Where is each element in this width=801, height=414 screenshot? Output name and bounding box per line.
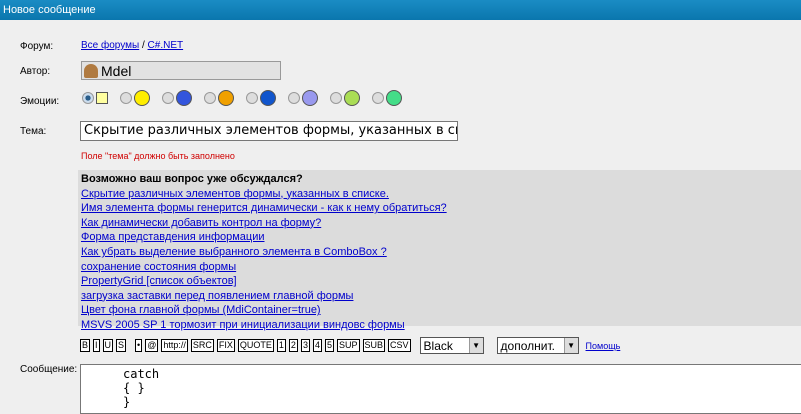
similar-topics: Возможно ваш вопрос уже обсуждался? Скры…	[78, 170, 801, 331]
similar-topic-link[interactable]: Как убрать выделение выбранного элемента…	[81, 245, 801, 260]
author-name: Mdel	[101, 62, 132, 79]
emotion-radio-note[interactable]	[82, 92, 94, 104]
question-icon	[176, 90, 192, 106]
format-button[interactable]: 3	[300, 339, 310, 352]
extra-select[interactable]: дополнит. ▼	[496, 337, 579, 354]
emotions-label: Эмоции:	[20, 96, 60, 107]
format-button[interactable]: B	[80, 339, 91, 352]
emotion-radio-exclaim[interactable]	[204, 92, 216, 104]
similar-topics-heading: Возможно ваш вопрос уже обсуждался?	[81, 173, 303, 185]
subject-input[interactable]: Скрытие различных элементов формы, указа…	[80, 121, 458, 141]
message-textarea[interactable]: catch { } }	[80, 364, 801, 414]
forum-label: Форум:	[20, 41, 54, 52]
similar-topic-link[interactable]: загрузка заставки перед появлением главн…	[81, 289, 801, 304]
note-icon	[96, 92, 108, 104]
extra-value: дополнит.	[500, 338, 555, 353]
format-button[interactable]: QUOTE	[237, 339, 274, 352]
emotion-radio-shock[interactable]	[288, 92, 300, 104]
window-title: Новое сообщение	[0, 0, 801, 20]
message-label: Сообщение:	[20, 364, 78, 375]
subject-error: Поле "тема" должно быть заполнено	[81, 151, 235, 161]
format-button[interactable]: •	[135, 339, 143, 352]
format-toolbar: B I U S • @ http://SRC FIX QUOTE 1 2 3 4 5 SUP SUB CSV Bl…	[80, 337, 620, 354]
user-icon	[84, 63, 98, 78]
breadcrumb: Все форумы / C#.NET	[81, 40, 183, 51]
similar-topic-link[interactable]: PropertyGrid [список объектов]	[81, 274, 801, 289]
breadcrumb-separator: /	[141, 40, 145, 51]
format-button[interactable]: 1	[276, 339, 286, 352]
similar-topic-link[interactable]: Как динамически добавить контрол на форм…	[81, 216, 801, 231]
format-button[interactable]: CSV	[388, 339, 411, 352]
similar-topic-link[interactable]: MSVS 2005 SP 1 тормозит при инициализаци…	[81, 318, 801, 333]
format-button[interactable]: http://	[161, 339, 188, 352]
forum-link[interactable]: C#.NET	[148, 40, 184, 51]
sad-icon	[260, 90, 276, 106]
author-field: Mdel	[81, 61, 281, 80]
shock-icon	[302, 90, 318, 106]
cool-icon	[344, 90, 360, 106]
smile-icon	[134, 90, 150, 106]
help-link[interactable]: Помощь	[586, 341, 621, 351]
similar-topic-link[interactable]: Цвет фона главной формы (MdiContainer=tr…	[81, 303, 801, 318]
grin-icon	[386, 90, 402, 106]
subject-label: Тема:	[20, 126, 47, 137]
format-button[interactable]: U	[102, 339, 114, 352]
similar-topic-link[interactable]: Имя элемента формы генерится динамически…	[81, 201, 801, 216]
format-button[interactable]: @	[145, 339, 159, 352]
format-button[interactable]: 2	[288, 339, 298, 352]
exclaim-icon	[218, 90, 234, 106]
format-button[interactable]: I	[93, 339, 100, 352]
color-select[interactable]: Black ▼	[419, 337, 484, 354]
author-label: Автор:	[20, 66, 51, 77]
chevron-down-icon: ▼	[468, 338, 483, 353]
format-button[interactable]: SRC	[190, 339, 214, 352]
format-button[interactable]: S	[116, 339, 127, 352]
format-button[interactable]: 4	[312, 339, 322, 352]
emotion-radio-grin[interactable]	[372, 92, 384, 104]
color-value: Black	[423, 338, 453, 353]
similar-topic-link[interactable]: Форма представдения информации	[81, 230, 801, 245]
format-button[interactable]: FIX	[216, 339, 235, 352]
format-button[interactable]: 5	[324, 339, 334, 352]
format-button[interactable]: SUP	[336, 339, 360, 352]
emotion-radio-question[interactable]	[162, 92, 174, 104]
format-button[interactable]: SUB	[362, 339, 386, 352]
emotion-radio-smile[interactable]	[120, 92, 132, 104]
emotion-radio-sad[interactable]	[246, 92, 258, 104]
emotion-selector	[82, 90, 414, 106]
emotion-radio-cool[interactable]	[330, 92, 342, 104]
all-forums-link[interactable]: Все форумы	[81, 40, 139, 51]
chevron-down-icon: ▼	[563, 338, 578, 353]
similar-topic-link[interactable]: Скрытие различных элементов формы, указа…	[81, 187, 801, 202]
similar-topic-link[interactable]: сохранение состояния формы	[81, 260, 801, 275]
